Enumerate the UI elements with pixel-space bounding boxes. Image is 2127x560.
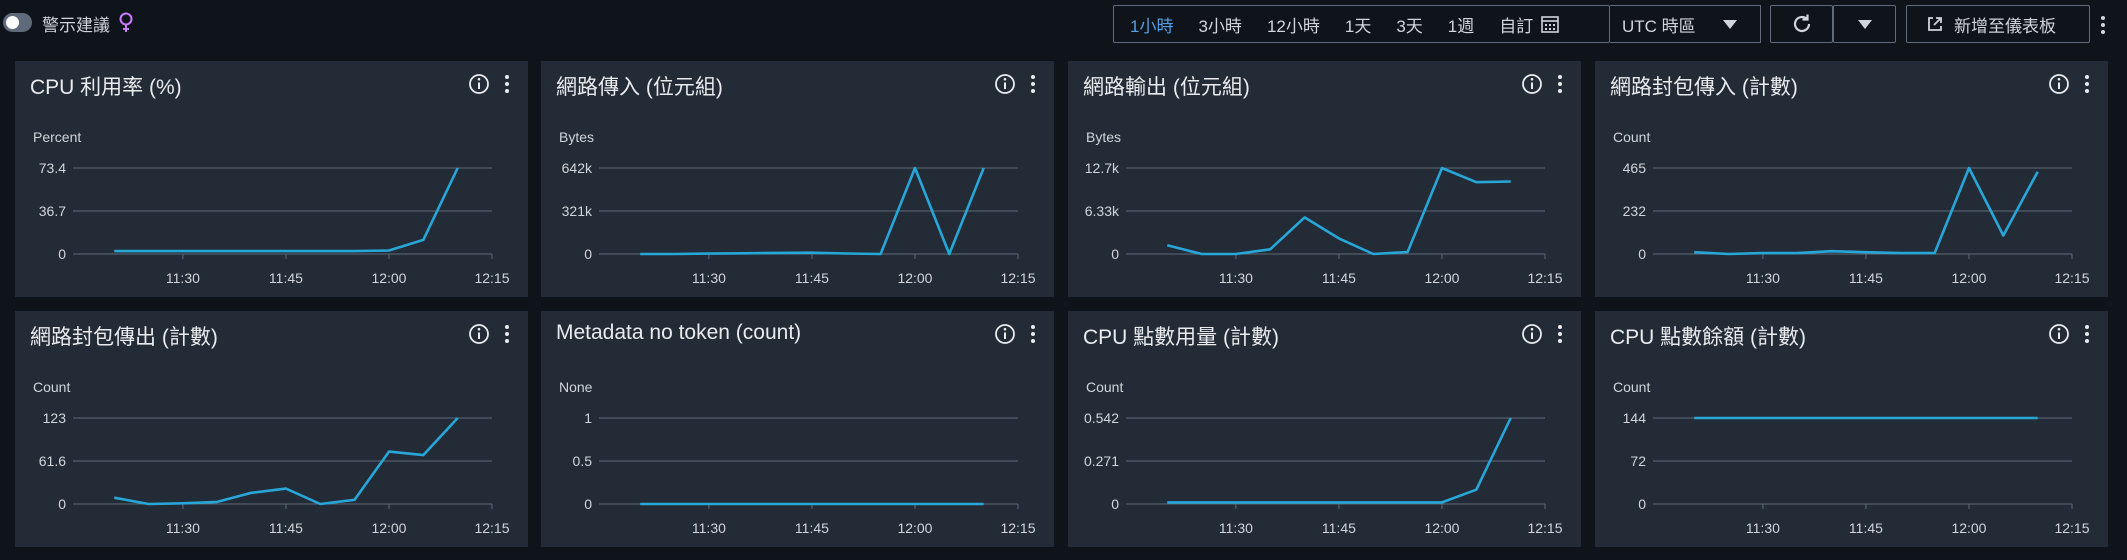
x-tick-label: 11:30 — [692, 270, 726, 286]
series-line[interactable] — [114, 167, 459, 253]
alarm-recommendations-toggle[interactable] — [3, 13, 32, 32]
x-tick-label: 12:00 — [1424, 270, 1459, 286]
y-tick-label: 0.5 — [573, 453, 593, 469]
x-tick-label: 11:30 — [1746, 270, 1780, 286]
y-tick-label: 232 — [1623, 203, 1647, 219]
y-tick-label: 0 — [584, 246, 592, 262]
range-custom[interactable]: 自訂 — [1499, 12, 1533, 37]
external-link-icon — [1928, 17, 1942, 31]
y-tick-label: 0 — [58, 496, 66, 512]
metric-widget: 網路輸出 (位元組) Bytes 12.7k 6.33k 0 11:30 11:45 12… — [1068, 61, 1581, 297]
y-tick-label: 72 — [1630, 453, 1646, 469]
x-tick-label: 11:45 — [1849, 520, 1883, 536]
y-tick-label: 0 — [1111, 246, 1119, 262]
x-tick-label: 12:00 — [897, 520, 932, 536]
y-tick-label: 0 — [584, 496, 592, 512]
time-range-selector: 1小時 3小時 12小時 1天 3天 1週 自訂 — [1113, 5, 1610, 43]
x-tick-label: 11:30 — [1746, 520, 1780, 536]
x-tick-label: 11:45 — [269, 270, 303, 286]
x-tick-label: 11:45 — [1322, 520, 1356, 536]
range-1d[interactable]: 1天 — [1345, 12, 1371, 37]
y-tick-label: 642k — [562, 160, 593, 176]
x-tick-label: 11:30 — [1219, 520, 1253, 536]
x-tick-label: 12:15 — [2054, 270, 2089, 286]
range-12h[interactable]: 12小時 — [1267, 12, 1320, 37]
x-tick-label: 11:30 — [1219, 270, 1253, 286]
chevron-down-icon — [1857, 19, 1872, 29]
line-chart[interactable]: 642k 321k 0 11:30 11:45 12:00 12:15 — [541, 61, 1054, 297]
line-chart[interactable]: 73.4 36.7 0 11:30 11:45 12:00 12:15 — [15, 61, 528, 297]
y-tick-label: 321k — [562, 203, 593, 219]
x-tick-label: 11:45 — [1849, 270, 1883, 286]
refresh-icon — [1793, 14, 1810, 33]
x-tick-label: 12:15 — [474, 270, 509, 286]
line-chart[interactable]: 1 0.5 0 11:30 11:45 12:00 12:15 — [541, 311, 1054, 547]
alarm-recommendations-label: 警示建議 — [42, 16, 110, 35]
x-tick-label: 11:30 — [166, 270, 200, 286]
y-tick-label: 144 — [1623, 410, 1647, 426]
range-1w[interactable]: 1週 — [1448, 12, 1474, 37]
y-tick-label: 0 — [1638, 496, 1646, 512]
range-3d[interactable]: 3天 — [1396, 12, 1422, 37]
refresh-interval-dropdown[interactable] — [1833, 5, 1896, 43]
line-chart[interactable]: 12.7k 6.33k 0 11:30 11:45 12:00 12:15 — [1068, 61, 1581, 297]
dashboard-toolbar: 警示建議 1小時 3小時 12小時 1天 3天 1週 自訂 UTC 時區 新增至… — [0, 0, 2127, 48]
x-tick-label: 11:30 — [166, 520, 200, 536]
metric-widget: CPU 點數餘額 (計數) Count 144 72 0 11:30 11:45 12:0… — [1595, 311, 2108, 547]
x-tick-label: 12:00 — [1951, 520, 1986, 536]
y-tick-label: 61.6 — [39, 453, 66, 469]
metric-widget: 網路封包傳入 (計數) Count 465 232 0 11:30 11:45 12:00… — [1595, 61, 2108, 297]
x-tick-label: 12:00 — [1424, 520, 1459, 536]
y-tick-label: 0 — [1638, 246, 1646, 262]
chevron-down-icon — [1723, 20, 1737, 29]
timezone-value: UTC 時區 — [1622, 16, 1696, 36]
x-tick-label: 11:30 — [692, 520, 726, 536]
x-tick-label: 12:00 — [371, 520, 406, 536]
add-to-dashboard-button[interactable]: 新增至儀表板 — [1906, 5, 2090, 43]
x-tick-label: 12:00 — [371, 270, 406, 286]
more-options-icon[interactable] — [2098, 14, 2108, 36]
series-line[interactable] — [1167, 417, 1512, 504]
range-1h[interactable]: 1小時 — [1130, 12, 1173, 37]
x-tick-label: 12:15 — [1527, 270, 1562, 286]
x-tick-label: 11:45 — [269, 520, 303, 536]
x-tick-label: 12:15 — [1000, 270, 1035, 286]
y-tick-label: 0 — [58, 246, 66, 262]
line-chart[interactable]: 465 232 0 11:30 11:45 12:00 12:15 — [1595, 61, 2108, 297]
x-tick-label: 12:15 — [474, 520, 509, 536]
x-tick-label: 11:45 — [795, 270, 829, 286]
x-tick-label: 12:00 — [897, 270, 932, 286]
add-to-dashboard-label: 新增至儀表板 — [1954, 16, 2056, 36]
metric-widget: 網路封包傳出 (計數) Count 123 61.6 0 11:30 11:45 12:0… — [15, 311, 528, 547]
metric-widget: 網路傳入 (位元組) Bytes 642k 321k 0 11:30 11:45 12:0… — [541, 61, 1054, 297]
x-tick-label: 11:45 — [795, 520, 829, 536]
x-tick-label: 12:15 — [2054, 520, 2089, 536]
line-chart[interactable]: 0.542 0.271 0 11:30 11:45 12:00 12:15 — [1068, 311, 1581, 547]
y-tick-label: 6.33k — [1085, 203, 1120, 219]
calendar-icon[interactable] — [1541, 15, 1560, 33]
y-tick-label: 0.542 — [1084, 410, 1119, 426]
metric-widget: Metadata no token (count) None 1 0.5 0 11:3… — [541, 311, 1054, 547]
toggle-knob — [6, 16, 19, 29]
x-tick-label: 12:15 — [1527, 520, 1562, 536]
y-tick-label: 0.271 — [1084, 453, 1119, 469]
range-3h[interactable]: 3小時 — [1198, 12, 1241, 37]
refresh-button[interactable] — [1770, 5, 1833, 43]
metric-widget: CPU 點數用量 (計數) Count 0.542 0.271 0 11:30 11:4… — [1068, 311, 1581, 547]
line-chart[interactable]: 144 72 0 11:30 11:45 12:00 12:15 — [1595, 311, 2108, 547]
y-tick-label: 73.4 — [39, 160, 66, 176]
y-tick-label: 36.7 — [39, 203, 66, 219]
y-tick-label: 123 — [43, 410, 67, 426]
y-tick-label: 1 — [584, 410, 592, 426]
y-tick-label: 12.7k — [1085, 160, 1120, 176]
line-chart[interactable]: 123 61.6 0 11:30 11:45 12:00 12:15 — [15, 311, 528, 547]
x-tick-label: 12:00 — [1951, 270, 1986, 286]
x-tick-label: 12:15 — [1000, 520, 1035, 536]
metric-widget: CPU 利用率 (%) Percent 73.4 36.7 0 11:30 11:45 1… — [15, 61, 528, 297]
timezone-select[interactable]: UTC 時區 — [1610, 5, 1761, 43]
x-tick-label: 11:45 — [1322, 270, 1356, 286]
y-tick-label: 0 — [1111, 496, 1119, 512]
y-tick-label: 465 — [1623, 160, 1647, 176]
lightbulb-icon[interactable] — [118, 12, 134, 34]
